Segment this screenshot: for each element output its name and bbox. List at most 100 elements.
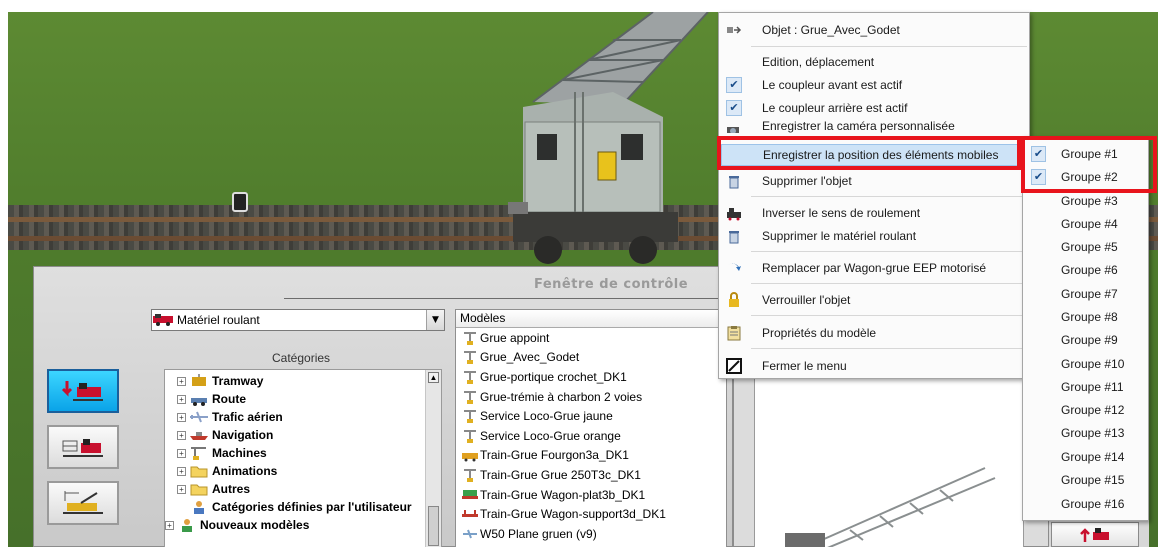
swap-arrow-icon xyxy=(728,263,741,271)
rolling-stock-action-button[interactable] xyxy=(1051,522,1139,547)
submenu-item-groupe-10[interactable]: Groupe #10 xyxy=(1025,353,1146,375)
menu-item-proprietes[interactable]: Propriétés du modèle xyxy=(721,322,1027,344)
crane-mode-button[interactable] xyxy=(47,481,119,525)
submenu-item-label: Groupe #14 xyxy=(1061,450,1125,464)
locomotive-icon xyxy=(727,208,741,221)
track-marker-object[interactable] xyxy=(232,192,248,212)
model-item[interactable]: Train-Grue Grue 250T3c_DK1 xyxy=(456,465,726,485)
tree-item-autres[interactable]: + Autres xyxy=(177,480,250,498)
menu-item-inverser-sens[interactable]: Inverser le sens de roulement xyxy=(721,202,1027,224)
menu-item-camera[interactable]: Enregistrer la caméra personnalisée xyxy=(721,119,1027,133)
object-arrow-icon xyxy=(727,26,742,34)
model-label: Train-Grue Wagon-plat3b_DK1 xyxy=(480,487,646,502)
menu-item-fermer[interactable]: Fermer le menu xyxy=(721,355,1027,377)
submenu-item-groupe-6[interactable]: Groupe #6 xyxy=(1025,259,1146,281)
expand-icon[interactable]: + xyxy=(177,376,186,386)
submenu-item-groupe-11[interactable]: Groupe #11 xyxy=(1025,376,1146,398)
expand-icon[interactable]: + xyxy=(177,430,186,440)
submenu-item-groupe-14[interactable]: Groupe #14 xyxy=(1025,446,1146,468)
model-item[interactable]: Grue-trémie à charbon 2 voies xyxy=(456,387,726,407)
menu-item-label: Supprimer l'objet xyxy=(762,174,852,188)
submenu-item-label: Groupe #13 xyxy=(1061,426,1125,440)
menu-item-label: Remplacer par Wagon-grue EEP motorisé xyxy=(762,261,987,275)
menu-item-supprimer-materiel[interactable]: Supprimer le matériel roulant xyxy=(721,225,1027,247)
menu-item-supprimer-objet[interactable]: Supprimer l'objet xyxy=(721,170,1027,192)
model-item[interactable]: Train-Grue Wagon-plat3b_DK1 xyxy=(456,485,726,505)
tree-item-label: Navigation xyxy=(212,428,274,442)
menu-item-remplacer[interactable]: Remplacer par Wagon-grue EEP motorisé xyxy=(721,257,1027,279)
scroll-up-icon[interactable]: ▲ xyxy=(428,372,439,383)
scroll-thumb[interactable] xyxy=(428,506,439,546)
model-label: Train-Grue Grue 250T3c_DK1 xyxy=(480,467,641,482)
chevron-down-icon[interactable]: ▼ xyxy=(426,310,444,330)
menu-header-label: Objet : Grue_Avec_Godet xyxy=(762,23,900,37)
expand-icon[interactable]: + xyxy=(165,520,174,530)
tram-icon xyxy=(192,374,206,386)
menu-separator xyxy=(751,46,1027,47)
models-list[interactable]: Modèles Grue appoint Grue_Avec_Godet Gru… xyxy=(455,309,727,547)
model-item[interactable]: Grue_Avec_Godet xyxy=(456,348,726,368)
submenu-item-groupe-9[interactable]: Groupe #9 xyxy=(1025,329,1146,351)
track-mode-button[interactable] xyxy=(47,425,119,469)
model-item[interactable]: Grue-portique crochet_DK1 xyxy=(456,367,726,387)
menu-header: Objet : Grue_Avec_Godet xyxy=(721,19,1027,41)
crane-model[interactable] xyxy=(503,12,728,270)
expand-icon[interactable]: + xyxy=(177,466,186,476)
close-box-icon xyxy=(726,358,742,374)
tree-item-categories-utilisateur[interactable]: Catégories définies par l'utilisateur xyxy=(177,498,412,516)
submenu-item-groupe-3[interactable]: Groupe #3 xyxy=(1025,190,1146,212)
tree-item-machines[interactable]: + Machines xyxy=(177,444,267,462)
submenu-item-groupe-16[interactable]: Groupe #16 xyxy=(1025,493,1146,515)
model-item[interactable]: Train-Grue Wagon-support3d_DK1 xyxy=(456,504,726,524)
expand-icon[interactable]: + xyxy=(177,484,186,494)
user-icon xyxy=(194,501,204,514)
crane-icon xyxy=(464,429,476,443)
submenu-item-groupe-15[interactable]: Groupe #15 xyxy=(1025,469,1146,491)
submenu-item-label: Groupe #4 xyxy=(1061,217,1118,231)
model-item[interactable]: W50 Plane gruen (v9) xyxy=(456,524,726,544)
category-tree[interactable]: ▲ + Tramway + Route + Trafic aérien + Na… xyxy=(164,369,442,547)
tree-item-trafic-aerien[interactable]: + Trafic aérien xyxy=(177,408,283,426)
categories-label: Catégories xyxy=(272,351,331,365)
menu-item-coupleur-arriere[interactable]: ✔ Le coupleur arrière est actif xyxy=(721,97,1027,119)
category-dropdown[interactable]: Matériel roulant ▼ xyxy=(151,309,445,331)
menu-item-coupleur-avant[interactable]: ✔ Le coupleur avant est actif xyxy=(721,74,1027,96)
crane-icon xyxy=(464,370,476,384)
expand-icon[interactable]: + xyxy=(177,448,186,458)
menu-item-verrouiller[interactable]: Verrouiller l'objet xyxy=(721,289,1027,311)
model-item[interactable]: Train-Grue Fourgon3a_DK1 xyxy=(456,446,726,466)
clipboard-icon xyxy=(727,326,741,341)
submenu-item-groupe-5[interactable]: Groupe #5 xyxy=(1025,236,1146,258)
submenu-item-label: Groupe #5 xyxy=(1061,240,1118,254)
tree-item-navigation[interactable]: + Navigation xyxy=(177,426,273,444)
models-header[interactable]: Modèles xyxy=(456,310,726,328)
tree-item-tramway[interactable]: + Tramway xyxy=(177,372,263,390)
tree-item-label: Catégories définies par l'utilisateur xyxy=(212,500,412,514)
tree-item-route[interactable]: + Route xyxy=(177,390,246,408)
tree-item-label: Trafic aérien xyxy=(212,410,283,424)
menu-item-edition[interactable]: Edition, déplacement xyxy=(721,51,1027,73)
model-label: Grue_Avec_Godet xyxy=(480,350,580,365)
model-item[interactable]: Service Loco-Grue orange xyxy=(456,426,726,446)
expand-icon[interactable]: + xyxy=(177,394,186,404)
submenu-item-groupe-8[interactable]: Groupe #8 xyxy=(1025,306,1146,328)
annotation-highlight-submenu xyxy=(1021,136,1157,193)
submenu-item-label: Groupe #3 xyxy=(1061,194,1118,208)
model-item[interactable]: Service Loco-Grue jaune xyxy=(456,406,726,426)
lock-icon xyxy=(729,292,739,307)
submenu-item-label: Groupe #12 xyxy=(1061,403,1125,417)
rolling-stock-icon xyxy=(153,314,173,326)
tree-scrollbar[interactable]: ▲ xyxy=(425,370,441,547)
submenu-item-groupe-12[interactable]: Groupe #12 xyxy=(1025,399,1146,421)
submenu-item-groupe-4[interactable]: Groupe #4 xyxy=(1025,213,1146,235)
menu-item-label: Enregistrer la caméra personnalisée xyxy=(762,119,955,133)
submenu-item-groupe-7[interactable]: Groupe #7 xyxy=(1025,283,1146,305)
tree-item-animations[interactable]: + Animations xyxy=(177,462,277,480)
tree-item-nouveaux-modeles[interactable]: + Nouveaux modèles xyxy=(165,516,309,534)
submenu-item-label: Groupe #6 xyxy=(1061,263,1118,277)
model-item[interactable]: Grue appoint xyxy=(456,328,726,348)
expand-icon[interactable]: + xyxy=(177,412,186,422)
model-label: Grue appoint xyxy=(480,330,550,345)
rolling-stock-mode-button[interactable] xyxy=(47,369,119,413)
submenu-item-groupe-13[interactable]: Groupe #13 xyxy=(1025,422,1146,444)
